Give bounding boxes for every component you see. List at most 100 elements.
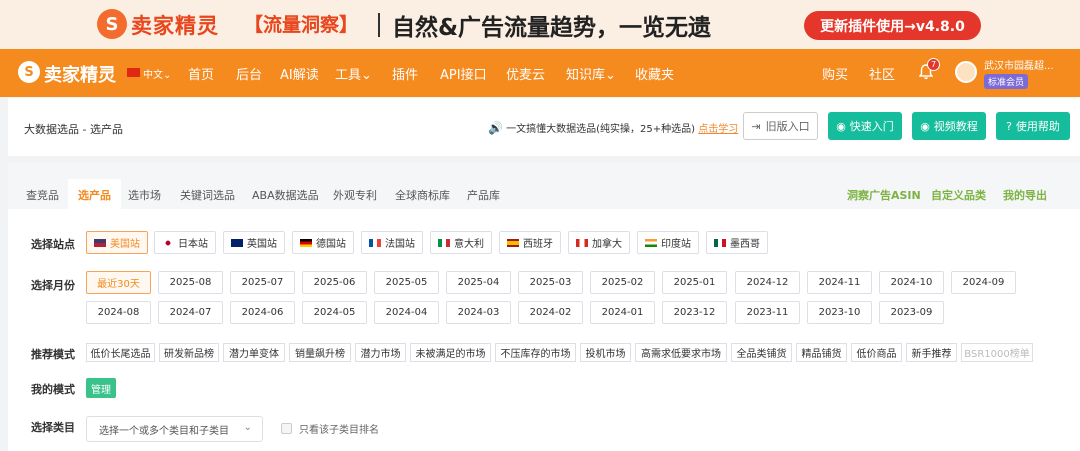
site-de[interactable]: 德国站 [292, 231, 354, 254]
language-select[interactable]: 中文⌄ [143, 66, 171, 81]
month-chip[interactable]: 2024-07 [158, 301, 223, 324]
mode-chip[interactable]: 低价商品 [851, 343, 902, 362]
month-chip[interactable]: 2024-12 [735, 271, 800, 294]
tab-ad-asin[interactable]: 洞察广告ASIN [847, 187, 921, 203]
month-chip[interactable]: 2024-03 [446, 301, 511, 324]
site-us[interactable]: 美国站 [86, 231, 148, 254]
notice-link[interactable]: 点击学习 [698, 124, 738, 135]
month-chip[interactable]: 2023-10 [807, 301, 872, 324]
mode-chip[interactable]: 高需求低要求市场 [635, 343, 727, 362]
mode-chip[interactable]: 低价长尾选品 [86, 343, 155, 362]
help-label: 使用帮助 [1015, 120, 1060, 133]
quick-start-button[interactable]: ◉ 快速入门 [828, 112, 902, 140]
nav-item-knowledge[interactable]: 知识库⌄ [566, 64, 616, 83]
us-flag-icon [94, 238, 106, 247]
month-chip[interactable]: 2023-12 [662, 301, 727, 324]
site-ca[interactable]: 加拿大 [568, 231, 630, 254]
nav-brand[interactable]: 卖家精灵 [44, 61, 116, 87]
site-label-in: 印度站 [661, 239, 691, 250]
nav-logo-icon[interactable]: S [18, 61, 40, 83]
mode-chip[interactable]: 新手推荐 [906, 343, 957, 362]
month-chip[interactable]: 2024-04 [374, 301, 439, 324]
promo-banner[interactable]: S 卖家精灵 【流量洞察】 自然&广告流量趋势，一览无遗 更新插件使用→v4.8… [0, 0, 1080, 49]
avatar[interactable] [955, 61, 977, 83]
month-chip[interactable]: 2024-01 [590, 301, 655, 324]
month-chip[interactable]: 2025-05 [374, 271, 439, 294]
play-icon: ◉ [836, 119, 846, 133]
month-chip[interactable]: 2023-11 [735, 301, 800, 324]
mode-chip[interactable]: 精品铺货 [796, 343, 847, 362]
nav-item-plugin[interactable]: 插件 [392, 64, 418, 83]
site-es[interactable]: 西班牙 [499, 231, 561, 254]
site-fr[interactable]: 法国站 [361, 231, 423, 254]
month-chip[interactable]: 2025-01 [662, 271, 727, 294]
site-label: 选择站点 [31, 238, 75, 251]
month-chip[interactable]: 2024-09 [951, 271, 1016, 294]
site-label-fr: 法国站 [385, 239, 415, 250]
tab-custom-category[interactable]: 自定义品类 [931, 187, 986, 203]
nav-item-favorites[interactable]: 收藏夹 [635, 64, 674, 83]
manage-button[interactable]: 管理 [86, 378, 116, 398]
month-chip[interactable]: 2025-07 [230, 271, 295, 294]
update-plugin-button[interactable]: 更新插件使用→v4.8.0 [804, 11, 981, 40]
site-it[interactable]: 意大利 [430, 231, 492, 254]
month-chip[interactable]: 2025-02 [590, 271, 655, 294]
site-jp[interactable]: 日本站 [154, 231, 216, 254]
month-chip[interactable]: 2025-06 [302, 271, 367, 294]
site-label-us: 美国站 [110, 239, 140, 250]
month-chip[interactable]: 2024-05 [302, 301, 367, 324]
category-select[interactable]: 选择一个或多个类目和子类目 ⌄ [86, 416, 263, 442]
site-label-ca: 加拿大 [592, 239, 622, 250]
nav-item-home[interactable]: 首页 [188, 64, 214, 83]
mode-chip[interactable]: 未被满足的市场 [410, 343, 491, 362]
nav-item-ai[interactable]: AI解读 [280, 64, 319, 83]
mode-chip[interactable]: 潜力市场 [355, 343, 406, 362]
tab-product-library[interactable]: 产品库 [467, 187, 500, 203]
user-name[interactable]: 武汉市园磊超... [984, 57, 1054, 72]
month-chip[interactable]: 2025-08 [158, 271, 223, 294]
mode-chip[interactable]: 全品类铺货 [731, 343, 792, 362]
mode-chip[interactable]: 投机市场 [580, 343, 631, 362]
banner-tag: 【流量洞察】 [244, 14, 359, 36]
month-chip[interactable]: 2024-10 [879, 271, 944, 294]
site-in[interactable]: 印度站 [637, 231, 699, 254]
month-chip[interactable]: 2025-03 [518, 271, 583, 294]
mode-chip[interactable]: 销量飙升榜 [289, 343, 351, 362]
month-chip[interactable]: 最近30天 [86, 271, 151, 294]
tab-competitor[interactable]: 查竞品 [26, 187, 59, 203]
tab-market[interactable]: 选市场 [128, 187, 161, 203]
nav-item-tools[interactable]: 工具⌄ [335, 64, 372, 83]
nav-item-api[interactable]: API接口 [440, 64, 487, 83]
site-uk[interactable]: 英国站 [223, 231, 285, 254]
tab-my-export[interactable]: 我的导出 [1003, 187, 1047, 203]
tab-patent[interactable]: 外观专利 [333, 187, 377, 203]
mode-chip[interactable]: 不压库存的市场 [495, 343, 576, 362]
nav-item-backend[interactable]: 后台 [236, 64, 262, 83]
quick-start-label: 快速入门 [849, 120, 894, 133]
banner-divider [378, 13, 380, 37]
my-mode-label: 我的模式 [31, 383, 75, 396]
month-chip[interactable]: 2024-08 [86, 301, 151, 324]
top-nav: S 卖家精灵 中文⌄ 首页 后台 AI解读 工具⌄ 插件 API接口 优麦云 知… [0, 49, 1080, 97]
month-chip[interactable]: 2023-09 [879, 301, 944, 324]
nav-item-community[interactable]: 社区 [869, 64, 895, 83]
month-chip[interactable]: 2024-06 [230, 301, 295, 324]
month-chip[interactable]: 2024-02 [518, 301, 583, 324]
old-version-button[interactable]: ⇥ 旧版入口 [743, 112, 818, 140]
tab-aba[interactable]: ABA数据选品 [252, 187, 319, 203]
mode-chip[interactable]: 潜力单变体 [223, 343, 285, 362]
only-subcategory-checkbox[interactable] [281, 423, 292, 434]
tab-trademark[interactable]: 全球商标库 [395, 187, 450, 203]
help-button[interactable]: ? 使用帮助 [996, 112, 1070, 140]
mode-chip[interactable]: 研发新品榜 [159, 343, 219, 362]
nav-item-youmaiyun[interactable]: 优麦云 [506, 64, 545, 83]
video-tutorial-button[interactable]: ◉ 视频教程 [912, 112, 986, 140]
month-chip[interactable]: 2025-04 [446, 271, 511, 294]
site-mx[interactable]: 墨西哥 [706, 231, 768, 254]
nav-item-buy[interactable]: 购买 [822, 64, 848, 83]
month-chip[interactable]: 2024-11 [807, 271, 872, 294]
old-version-label: 旧版入口 [765, 120, 810, 133]
tab-product[interactable]: 选产品 [68, 179, 121, 209]
video-tutorial-label: 视频教程 [933, 120, 978, 133]
tab-keyword[interactable]: 关键词选品 [180, 187, 235, 203]
